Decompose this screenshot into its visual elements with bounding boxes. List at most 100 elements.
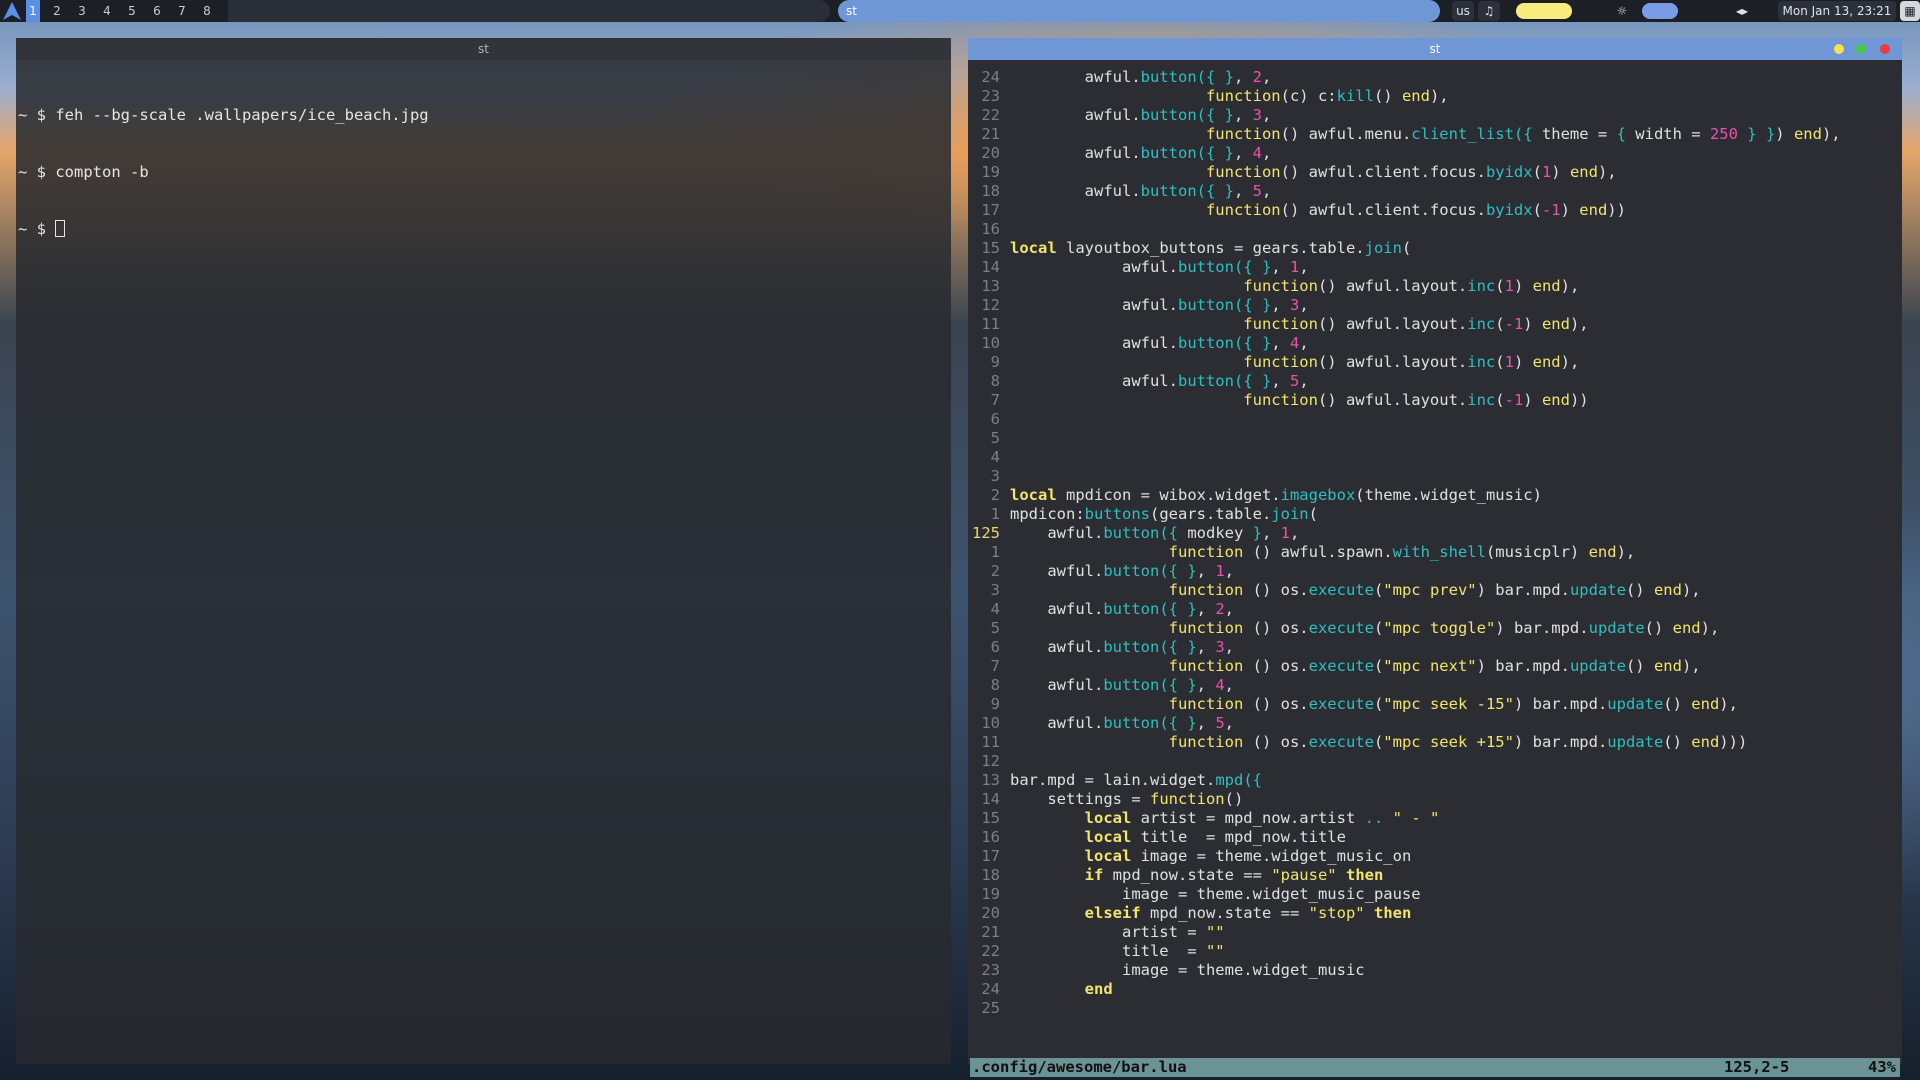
line-number: 20 [981, 904, 1000, 922]
line-number: 3 [990, 467, 1000, 485]
line-number: 20 [981, 144, 1000, 162]
line-text: function() awful.client.focus.byidx(1) e… [1205, 163, 1617, 181]
terminal-content[interactable]: ~ $ feh --bg-scale .wallpapers/ice_beach… [18, 68, 429, 277]
sun-icon[interactable]: ☼ [1610, 1, 1634, 21]
line-text: awful.button({ }, 4, [1010, 144, 1272, 162]
code-line: 11 function () os.execute("mpc seek +15"… [970, 733, 1902, 752]
close-button[interactable] [1880, 44, 1890, 54]
line-number: 11 [981, 733, 1000, 751]
line-number: 13 [981, 771, 1000, 789]
music-volume-bar[interactable] [1516, 3, 1572, 19]
line-number: 1 [990, 543, 1000, 561]
brightness-bar[interactable] [1642, 3, 1678, 19]
code-line: 16 local title = mpd_now.title [970, 828, 1902, 847]
line-number: 21 [981, 125, 1000, 143]
line-text: image = theme.widget_music_pause [1010, 885, 1421, 903]
workspace-tag-3[interactable]: 3 [75, 0, 89, 22]
tasklist-inactive-area[interactable] [228, 0, 830, 22]
arch-launcher-icon[interactable] [0, 0, 24, 22]
line-number: 8 [990, 676, 1000, 694]
code-line: 17 function() awful.client.focus.byidx(-… [970, 201, 1902, 220]
line-number: 6 [990, 638, 1000, 656]
workspace-tag-5[interactable]: 5 [125, 0, 139, 22]
workspace-tag-4[interactable]: 4 [100, 0, 114, 22]
line-text: awful.button({ }, 1, [1010, 562, 1235, 580]
code-line: 20 awful.button({ }, 4, [970, 144, 1902, 163]
line-text: awful.button({ }, 4, [1010, 676, 1235, 694]
code-line: 23 function(c) c:kill() end), [970, 87, 1902, 106]
line-text: function () awful.spawn.with_shell(music… [1168, 543, 1636, 561]
line-number: 14 [981, 258, 1000, 276]
line-text: awful.button({ }, 1, [1010, 258, 1309, 276]
line-text: awful.button({ }, 5, [1010, 372, 1309, 390]
tasklist-active-task[interactable]: st [838, 0, 1440, 22]
minimize-button[interactable] [1834, 44, 1844, 54]
line-number: 16 [981, 220, 1000, 238]
workspace-tag-7[interactable]: 7 [175, 0, 189, 22]
line-text: elseif mpd_now.state == "stop" then [1084, 904, 1412, 922]
clock[interactable]: Mon Jan 13, 23:21 [1778, 1, 1896, 21]
line-number: 4 [990, 600, 1000, 618]
line-number: 13 [981, 277, 1000, 295]
line-number: 17 [981, 201, 1000, 219]
workspace-tag-2[interactable]: 2 [50, 0, 64, 22]
code-line: 4 [970, 448, 1902, 467]
code-line: 20 elseif mpd_now.state == "stop" then [970, 904, 1902, 923]
code-line: 2 local mpdicon = wibox.widget.imagebox(t… [970, 486, 1902, 505]
code-line: 12 [970, 752, 1902, 771]
workspace-tag-8[interactable]: 8 [200, 0, 214, 22]
line-text: awful.button({ }, 3, [1010, 106, 1272, 124]
maximize-button[interactable] [1856, 44, 1866, 54]
line-number: 22 [981, 942, 1000, 960]
line-number: 12 [981, 752, 1000, 770]
line-number: 23 [981, 87, 1000, 105]
code-line: 13 function() awful.layout.inc(1) end), [970, 277, 1902, 296]
vim-editor-buffer[interactable]: 2 4 awful.button({ }, 2, 23 function(c) c:… [970, 68, 1902, 1018]
code-line: 16 [970, 220, 1902, 239]
line-text: awful.button({ }, 3, [1010, 638, 1235, 656]
code-line: 19 function() awful.client.focus.byidx(1… [970, 163, 1902, 182]
code-line: 23 image = theme.widget_music [970, 961, 1902, 980]
line-text: function() awful.layout.inc(1) end), [1243, 277, 1580, 295]
window-titlebar[interactable]: st [16, 38, 951, 60]
line-text: local title = mpd_now.title [1084, 828, 1346, 846]
code-line: 10 awful.button({ }, 5, [970, 714, 1902, 733]
workspace-tag-1[interactable]: 1 [26, 0, 40, 22]
line-text: local mpdicon = wibox.widget.imagebox(th… [1010, 486, 1542, 504]
line-number: 9 [990, 353, 1000, 371]
line-number: 25 [981, 999, 1000, 1017]
line-text: function () os.execute("mpc seek +15") b… [1168, 733, 1748, 751]
line-number: 3 [990, 581, 1000, 599]
line-text: function () os.execute("mpc seek -15") b… [1168, 695, 1738, 713]
code-line: 8 awful.button({ }, 4, [970, 676, 1902, 695]
line-number: 7 [990, 657, 1000, 675]
code-line: 18 if mpd_now.state == "pause" then [970, 866, 1902, 885]
line-number: 10 [981, 334, 1000, 352]
music-note-icon[interactable]: ♫ [1478, 1, 1500, 21]
line-text: function () os.execute("mpc next") bar.m… [1168, 657, 1701, 675]
code-line: 22 title = "" [970, 942, 1902, 961]
code-line: 11 function() awful.layout.inc(-1) end), [970, 315, 1902, 334]
code-line: 18 awful.button({ }, 5, [970, 182, 1902, 201]
window-titlebar[interactable]: st [968, 38, 1902, 60]
terminal-window-right[interactable]: st 2 4 awful.button({ }, 2, 23 function(c)… [968, 38, 1902, 1077]
terminal-window-left[interactable]: st ~ $ feh --bg-scale .wallpapers/ice_be… [16, 38, 951, 1064]
keyboard-layout-indicator[interactable]: us [1452, 1, 1474, 21]
code-line: 19 image = theme.widget_music_pause [970, 885, 1902, 904]
line-number: 5 [990, 619, 1000, 637]
line-text: awful.button({ }, 2, [1010, 600, 1235, 618]
code-line: 7 function() awful.layout.inc(-1) end)) [970, 391, 1902, 410]
line-number: 18 [981, 866, 1000, 884]
code-line: 3 function () os.execute("mpc prev") bar… [970, 581, 1902, 600]
code-line: 15 local layoutbox_buttons = gears.table.… [970, 239, 1902, 258]
speaker-icon[interactable]: ◂▸ [1730, 1, 1754, 21]
code-line: 21 artist = "" [970, 923, 1902, 942]
grid-layout-icon[interactable]: ▦ [1900, 1, 1920, 21]
vim-statusline: .config/awesome/bar.lua 125,2-5 43% [970, 1058, 1900, 1077]
line-number: 2 [990, 562, 1000, 580]
code-line: 17 local image = theme.widget_music_on [970, 847, 1902, 866]
line-number: 9 [990, 695, 1000, 713]
statusline-position: 125,2-5 [1724, 1058, 1790, 1076]
code-line: 4 awful.button({ }, 2, [970, 600, 1902, 619]
workspace-tag-6[interactable]: 6 [150, 0, 164, 22]
